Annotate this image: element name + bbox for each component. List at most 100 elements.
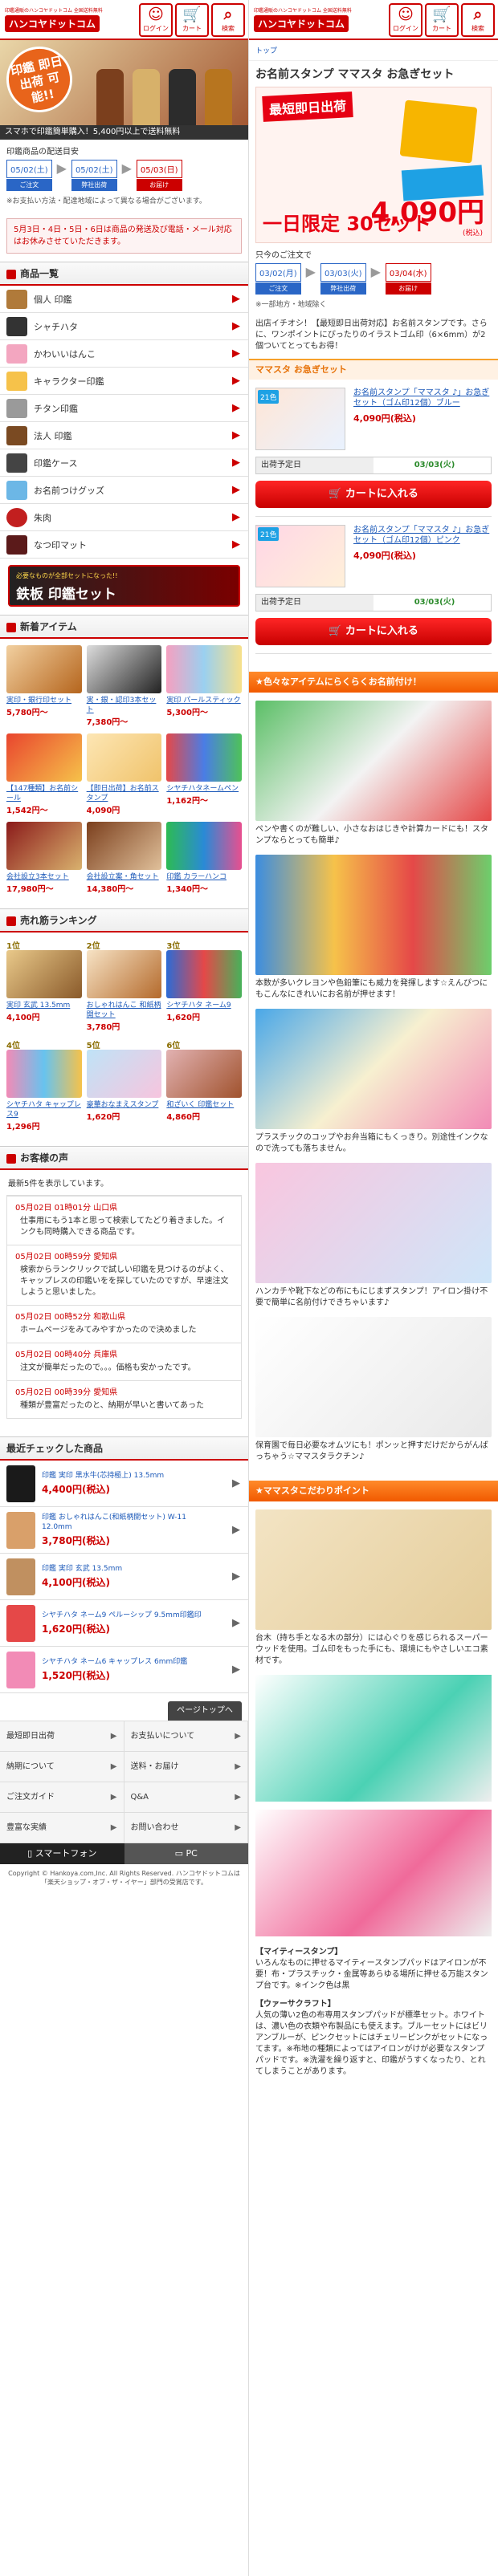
chevron-right-icon: ▶ — [232, 538, 240, 551]
chevron-right-icon: ▶ — [110, 1762, 117, 1771]
add-to-cart-button[interactable]: 🛒 カートに入れる — [255, 481, 492, 508]
product-item: 21色 お名前スタンプ「ママスタ ♪」お急ぎセット（ゴム印12個）ピンク 4,09… — [255, 525, 492, 654]
product-image — [86, 645, 162, 693]
recent-item[interactable]: 印鑑 実印 黒水牛(芯持極上) 13.5mm 4,400円(税込) ▶ — [0, 1461, 248, 1507]
stamp-box-image — [399, 100, 478, 164]
pagetop-button[interactable]: ページトップへ — [168, 1701, 242, 1721]
product-card[interactable]: 印鑑 カラーハンコ 1,340円～ — [166, 822, 242, 894]
site-logo[interactable]: 印鑑通販のハンコヤドットコム 全国送料無料 ハンコヤドットコム — [254, 6, 374, 32]
product-image — [86, 822, 162, 870]
product-card[interactable]: 【147種類】お名前シール 1,542円～ — [6, 733, 82, 815]
step-order: 05/02(土) ご注文 — [6, 160, 52, 191]
recent-item[interactable]: シヤチハタ ネーム6 キャップレス 6mm印鑑 1,520円(税込) ▶ — [0, 1647, 248, 1693]
footer-link[interactable]: Q&A ▶ — [124, 1782, 248, 1813]
category-item[interactable]: かわいいはんこ ▶ — [0, 340, 248, 368]
product-image — [166, 1050, 242, 1098]
footer-link[interactable]: ご注文ガイド ▶ — [0, 1782, 124, 1813]
product-name: 【147種類】お名前シール — [6, 785, 79, 802]
product-card[interactable]: 会社設立案・角セット 14,380円～ — [86, 822, 162, 894]
footer-link[interactable]: 納期について ▶ — [0, 1752, 124, 1782]
ranking-card[interactable]: 3位 シヤチハタ ネーム9 1,620円 — [166, 939, 242, 1032]
category-list: 個人 印鑑 ▶ シャチハタ ▶ かわいいはんこ ▶ キャラクター印鑑 ▶ チタン印鑑 ▶ … — [0, 286, 248, 559]
product-intro: 出店イチオシ！【最短即日出荷対応】お名前スタンプです。さらに、ワンポイントにぴっ… — [255, 319, 488, 351]
category-thumb — [6, 398, 27, 418]
product-card[interactable]: 【即日出荷】お名前スタンプ 4,090円 — [86, 733, 162, 815]
rank-badge: 3位 — [166, 942, 181, 951]
footer-link[interactable]: お問い合わせ ▶ — [124, 1813, 248, 1843]
product-image — [6, 1651, 35, 1688]
login-button[interactable]: ☺ ログイン — [389, 3, 422, 37]
recent-item[interactable]: シヤチハタ ネーム9 ペルーシップ 9.5mm印鑑印 1,620円(税込) ▶ — [0, 1600, 248, 1647]
product-price: 3,780円(税込) — [42, 1535, 110, 1546]
product-name: 会社設立3本セット — [6, 873, 69, 881]
versacraft-body: 人気の薄い2色の布専用スタンプパッドが標準セット。ホワイトは、濃い色の衣類や布製… — [255, 2011, 488, 2076]
brand-name: ハンコヤドットコム — [254, 15, 349, 32]
search-label: 検索 — [222, 25, 235, 32]
product-card[interactable]: 実印・銀行印セット 5,780円～ — [6, 645, 82, 727]
product-price: 17,980円～ — [6, 885, 54, 894]
product-image[interactable]: 21色 — [255, 388, 345, 450]
hero-banner[interactable]: 印鑑 即日出荷 可能!! スマホで印鑑簡単購入！5,400円以上で送料無料 — [0, 40, 248, 140]
wood-base-photo — [255, 1509, 492, 1630]
category-item[interactable]: キャラクター印鑑 ▶ — [0, 368, 248, 395]
product-name[interactable]: お名前スタンプ「ママスタ ♪」お急ぎセット（ゴム印12個）ブルー — [353, 388, 492, 408]
product-card[interactable]: シヤチハタネームペン 1,162円～ — [166, 733, 242, 815]
footer-link[interactable]: 送料・お届け ▶ — [124, 1752, 248, 1782]
category-item[interactable]: 法人 印鑑 ▶ — [0, 422, 248, 449]
pc-view-button[interactable]: ▭ PC — [124, 1843, 249, 1864]
chevron-right-icon: ▶ — [232, 457, 240, 469]
footer-link[interactable]: 最短即日出荷 ▶ — [0, 1721, 124, 1752]
product-image — [6, 645, 82, 693]
product-name: シヤチハタ キャップレス9 — [6, 1101, 81, 1119]
cart-button[interactable]: 🛒 カート — [175, 3, 209, 37]
search-icon: ⌕ — [473, 6, 483, 23]
feature-photo — [255, 855, 492, 975]
category-item[interactable]: 朱肉 ▶ — [0, 504, 248, 531]
inkan-set-banner[interactable]: 必要なものが全部セットになった!! 鉄板 印鑑セット — [8, 565, 240, 607]
ranking-card[interactable]: 6位 和ざいく 印鑑セット 4,860円 — [166, 1038, 242, 1132]
product-card[interactable]: 実・銀・認印3本セット 7,380円～ — [86, 645, 162, 727]
footer-link[interactable]: 豊富な実績 ▶ — [0, 1813, 124, 1843]
voice-body: 種類が豊富だったのと、納期が早いと書いてあった — [20, 1401, 204, 1410]
category-item[interactable]: チタン印鑑 ▶ — [0, 395, 248, 422]
product-name[interactable]: お名前スタンプ「ママスタ ♪」お急ぎセット（ゴム印12個）ピンク — [353, 525, 492, 546]
voice-item: 05月02日 00時59分 愛知県 検索からランクリックで試しい印鑑を見つけるのが… — [7, 1245, 241, 1305]
rank-badge: 4位 — [6, 1042, 20, 1050]
product-name: シヤチハタ ネーム9 — [166, 1002, 231, 1010]
search-button[interactable]: ⌕ 検索 — [461, 3, 495, 37]
product-image — [6, 733, 82, 782]
category-label: なつ印マット — [34, 539, 87, 551]
heading-mark-icon — [6, 622, 16, 632]
product-card[interactable]: 実印 パールスティック 5,300円～ — [166, 645, 242, 727]
recent-item[interactable]: 印鑑 実印 玄武 13.5mm 4,100円(税込) ▶ — [0, 1554, 248, 1600]
category-item[interactable]: お名前つけグッズ ▶ — [0, 477, 248, 504]
recent-item[interactable]: 印鑑 おしゃれはんこ(和紙柄開セット) W-11 12.0mm 3,780円(税込… — [0, 1507, 248, 1554]
chevron-right-icon: ▶ — [232, 484, 240, 496]
product-price: 4,860円 — [166, 1113, 200, 1122]
footer-link[interactable]: お支払いについて ▶ — [124, 1721, 248, 1752]
search-button[interactable]: ⌕ 検索 — [211, 3, 245, 37]
add-to-cart-button[interactable]: 🛒 カートに入れる — [255, 618, 492, 645]
ranking-card[interactable]: 4位 シヤチハタ キャップレス9 1,296円 — [6, 1038, 82, 1132]
product-card[interactable]: 会社設立3本セット 17,980円～ — [6, 822, 82, 894]
product-image[interactable]: 21色 — [255, 525, 345, 587]
ranking-card[interactable]: 1位 実印 玄武 13.5mm 4,100円 — [6, 939, 82, 1032]
voice-body: 検索からランクリックで試しい印鑑を見つけるのがよく、キャップレスの印鑑いをを探し… — [20, 1266, 229, 1297]
chevron-right-icon: ▶ — [235, 1732, 241, 1741]
ranking-card[interactable]: 2位 おしゃれはんこ 和紙柄開セット 3,780円 — [86, 939, 162, 1032]
product-image — [6, 822, 82, 870]
cart-button[interactable]: 🛒 カート — [425, 3, 459, 37]
site-logo[interactable]: 印鑑通販のハンコヤドットコム 全国送料無料 ハンコヤドットコム — [5, 6, 125, 32]
product-price: 1,542円～ — [6, 807, 48, 815]
category-item[interactable]: 個人 印鑑 ▶ — [0, 286, 248, 313]
mighty-heading: 【マイティースタンプ】 — [255, 1948, 343, 1956]
header-tagline: 印鑑通販のハンコヤドットコム 全国送料無料 — [5, 8, 103, 14]
breadcrumb[interactable]: トップ — [249, 40, 498, 61]
category-item[interactable]: シャチハタ ▶ — [0, 313, 248, 340]
category-item[interactable]: 印鑑ケース ▶ — [0, 449, 248, 477]
voice-item: 05月02日 00時52分 和歌山県 ホームページをみてみやすかったので決めました — [7, 1305, 241, 1343]
category-item[interactable]: なつ印マット ▶ — [0, 531, 248, 559]
ranking-card[interactable]: 5位 豪華おなまえスタンプ 1,620円 — [86, 1038, 162, 1132]
login-button[interactable]: ☺ ログイン — [139, 3, 173, 37]
smartphone-view-button[interactable]: ▯ スマートフォン — [0, 1843, 124, 1864]
